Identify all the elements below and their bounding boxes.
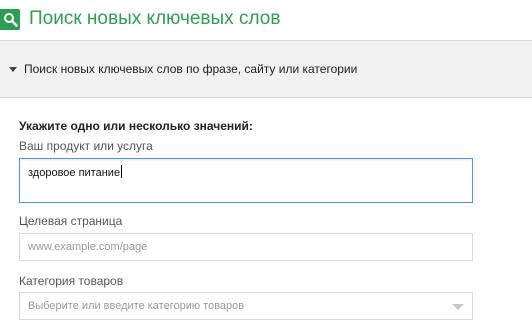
form-instruction: Укажите одно или несколько значений: xyxy=(19,119,253,133)
section-header-toggle[interactable]: Поиск новых ключевых слов по фразе, сайт… xyxy=(0,40,532,98)
dropdown-arrow-icon[interactable] xyxy=(452,304,464,310)
product-label: Ваш продукт или услуга xyxy=(19,139,153,153)
caret-down-icon[interactable] xyxy=(9,67,17,72)
section-title[interactable]: Поиск новых ключевых слов по фразе, сайт… xyxy=(24,61,357,77)
text-cursor xyxy=(121,165,123,178)
header: Поиск новых ключевых слов xyxy=(0,0,532,40)
keyword-planner-page: Поиск новых ключевых слов Поиск новых кл… xyxy=(0,0,532,335)
category-label: Категория товаров xyxy=(19,274,124,288)
landing-page-placeholder: www.example.com/page xyxy=(28,241,148,253)
category-placeholder: Выберите или введите категорию товаров xyxy=(28,300,245,312)
search-icon xyxy=(0,9,20,30)
landing-page-input[interactable]: www.example.com/page xyxy=(19,233,473,261)
page-title: Поиск новых ключевых слов xyxy=(29,8,281,29)
product-input-value: здоровое питание xyxy=(28,167,121,179)
product-input[interactable]: здоровое питание xyxy=(19,158,473,203)
category-select[interactable]: Выберите или введите категорию товаров xyxy=(19,292,473,320)
landing-page-label: Целевая страница xyxy=(19,214,123,228)
